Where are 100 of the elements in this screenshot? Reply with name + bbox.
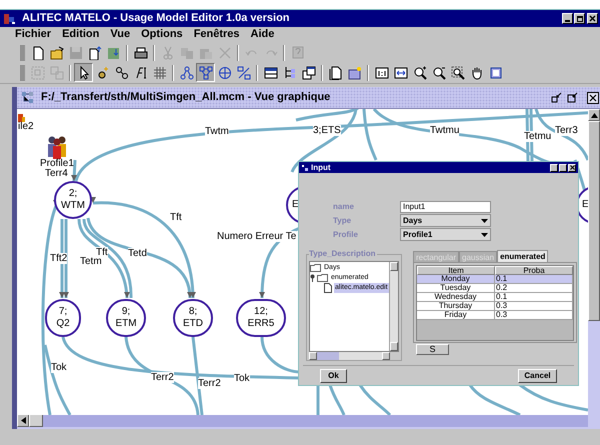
- minimize-button[interactable]: [562, 13, 573, 24]
- expanded-handle-icon[interactable]: [310, 274, 315, 282]
- edge-label: Tok: [51, 362, 67, 373]
- folder-icon: [50, 46, 64, 60]
- copy-icon: [180, 46, 194, 60]
- edge-label: Tetd: [128, 248, 147, 259]
- swap-icon: [236, 66, 250, 80]
- menu-item[interactable]: Options: [141, 26, 183, 42]
- maximize-button[interactable]: [574, 13, 585, 24]
- edge-label: Terr4: [45, 168, 68, 179]
- table-row[interactable]: Thursday 0.3: [417, 302, 573, 311]
- name-field[interactable]: Input1: [400, 200, 491, 212]
- profile-label: Profile1: [40, 159, 74, 169]
- state-node[interactable]: 7; Q2: [45, 299, 81, 337]
- edge-label: Terr2: [198, 378, 221, 389]
- restore-button[interactable]: [567, 92, 579, 104]
- window-title: ALITEC MATELO - Usage Model Editor 1.0a version: [22, 11, 290, 26]
- state-node[interactable]: 2; WTM: [54, 181, 92, 219]
- dropdown[interactable]: Profile1: [400, 228, 491, 241]
- people-icon: [46, 135, 68, 159]
- field-label: Profile: [333, 228, 359, 240]
- node-icon: [96, 66, 110, 80]
- scrollbar-thumb[interactable]: [29, 414, 43, 427]
- table-row[interactable]: Tuesday 0.2: [417, 284, 573, 293]
- minimize-button[interactable]: [550, 164, 558, 172]
- fit-icon: [394, 66, 408, 80]
- tree-icon: [180, 66, 194, 80]
- edge-label: Twtm: [205, 126, 229, 137]
- field-label: name: [333, 200, 355, 212]
- table-icon: [264, 66, 278, 80]
- column-header[interactable]: Item: [417, 266, 495, 275]
- edge-label: Terr2: [151, 372, 174, 383]
- column-header[interactable]: Proba: [495, 266, 573, 275]
- vertical-scrollbar[interactable]: [389, 262, 398, 351]
- caret-icon: [481, 218, 488, 222]
- zoom-area-icon: [450, 66, 464, 80]
- table-row[interactable]: Wednesday 0.1: [417, 293, 573, 302]
- group-title: Type_Description: [309, 249, 377, 258]
- document-title: F:/_Transfert/sth/MultiSimgen_All.mcm - Vue graphique: [41, 90, 330, 106]
- menu-item[interactable]: Vue: [110, 26, 130, 42]
- frame-icon: [488, 66, 502, 80]
- left-arrow-icon[interactable]: [20, 417, 26, 424]
- link-icon: [114, 66, 128, 80]
- menu-item[interactable]: Aide: [250, 26, 274, 42]
- pages-icon: [328, 66, 342, 80]
- up-arrow-icon[interactable]: [590, 112, 598, 118]
- edge-label: Tft: [96, 247, 108, 258]
- folder-icon: [317, 274, 328, 282]
- table-row[interactable]: Friday 0.3: [417, 311, 573, 320]
- menu-item[interactable]: Fichier: [15, 26, 52, 42]
- app-icon: [3, 12, 16, 24]
- close-button[interactable]: [587, 92, 599, 104]
- menu-item[interactable]: Edition: [62, 26, 100, 42]
- edge-label: Tft2: [50, 253, 68, 264]
- picture-frame-icon: [348, 66, 362, 80]
- page-icon: [324, 283, 332, 293]
- toolbar-button[interactable]: [196, 63, 215, 82]
- app-icon: [302, 164, 308, 170]
- s-button[interactable]: S: [416, 344, 449, 355]
- dialog-title: Input: [311, 162, 331, 174]
- edge-label: Tetm: [80, 256, 102, 267]
- graph-icon: [198, 66, 212, 80]
- scissors-icon: [160, 46, 174, 60]
- maximize-button[interactable]: [559, 164, 567, 172]
- state-node[interactable]: 9; ETM: [106, 299, 146, 337]
- figure-icon: [18, 114, 25, 122]
- edge-label: Tok: [234, 373, 250, 384]
- dialog-button[interactable]: Cancel: [518, 368, 557, 382]
- printer-icon: [134, 46, 148, 60]
- hand-icon: [470, 66, 484, 80]
- edge-label: Twtmu: [430, 125, 460, 136]
- group-icon: [30, 66, 44, 80]
- one-to-one-icon: [374, 66, 388, 80]
- ungroup-icon: [50, 66, 64, 80]
- tab[interactable]: enumerated: [497, 250, 548, 262]
- dropdown[interactable]: Days: [400, 214, 491, 227]
- edge-label: Tft: [170, 212, 182, 223]
- help-icon: [290, 46, 304, 60]
- page-icon: [106, 46, 120, 60]
- restore-button[interactable]: [551, 92, 563, 104]
- state-node[interactable]: 8; ETD: [173, 299, 213, 337]
- cross-icon: [218, 46, 232, 60]
- dialog-button[interactable]: Ok: [320, 368, 347, 382]
- profile-label: ile2: [18, 122, 34, 132]
- state-node[interactable]: 12; ERR5: [236, 299, 286, 337]
- horizontal-scrollbar[interactable]: [17, 414, 588, 427]
- zoom-in-icon: [412, 66, 426, 80]
- graph-icon: [21, 90, 35, 104]
- edge-label: Numero Erreur Te: [217, 231, 296, 242]
- page-icon: [88, 46, 102, 60]
- grid-icon: [152, 66, 166, 80]
- table-row[interactable]: Monday 0.1: [417, 275, 573, 284]
- edge-label: Tetmu: [524, 131, 552, 142]
- toolbar-button[interactable]: [74, 63, 93, 82]
- menu-item[interactable]: Fenêtres: [194, 26, 240, 42]
- close-button[interactable]: [568, 164, 576, 172]
- globe-icon: [218, 66, 232, 80]
- windows-icon: [302, 66, 316, 80]
- horizontal-scrollbar[interactable]: [309, 352, 390, 360]
- zoom-out-icon: [432, 66, 446, 80]
